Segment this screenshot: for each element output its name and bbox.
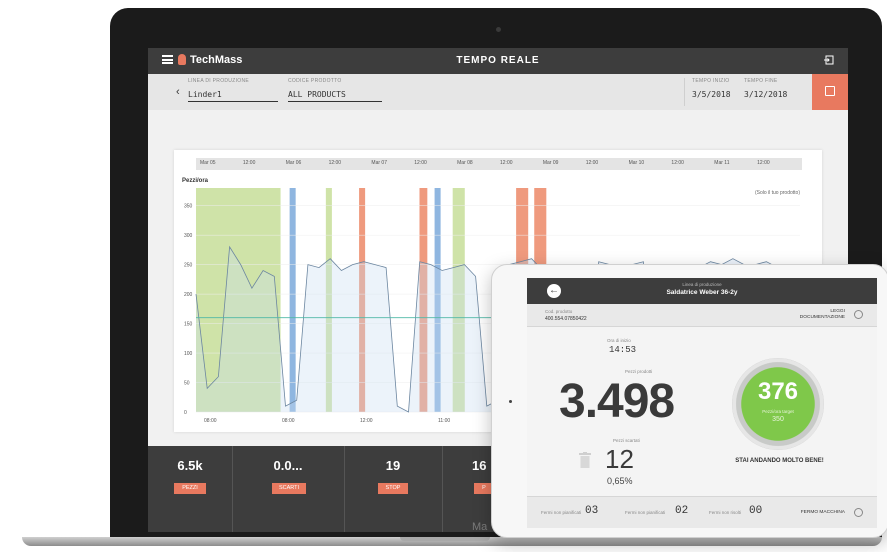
tablet-footer: Fermi non pianificati 03 Fermi non piani… bbox=[527, 496, 877, 528]
camera bbox=[496, 27, 501, 32]
stat-scarti-label[interactable]: SCARTI bbox=[272, 483, 306, 494]
y-tick-label: 250 bbox=[184, 263, 193, 269]
page-title: TEMPO REALE bbox=[456, 55, 540, 66]
end-time-value[interactable]: 3/12/2018 bbox=[744, 90, 790, 101]
x-tick-label: 08:00 bbox=[204, 418, 217, 424]
x-tick-label: 08:00 bbox=[282, 418, 295, 424]
stat-pezzi-label[interactable]: PEZZI bbox=[174, 483, 206, 494]
line-field[interactable]: LINEA DI PRODUZIONE Linder1 bbox=[188, 78, 278, 102]
y-tick-label: 100 bbox=[184, 351, 193, 357]
produced-count: 3.498 bbox=[559, 375, 675, 428]
stat-stop: 19 STOP bbox=[344, 446, 443, 532]
y-tick-label: 150 bbox=[184, 322, 193, 328]
gauge-caption: Pezzi/ora target bbox=[762, 409, 794, 414]
start-time-label: TEMPO INIZIO bbox=[692, 78, 730, 84]
start-time-caption: Ora di inizio bbox=[607, 338, 631, 343]
docs-label-2: DOCUMENTAZIONE bbox=[799, 315, 845, 320]
stop-open-value: 00 bbox=[749, 505, 763, 517]
scrap-count: 12 bbox=[605, 444, 634, 474]
gauge-target: 350 bbox=[772, 416, 784, 423]
machine-stop-button[interactable]: FERMO MACCHINA bbox=[801, 510, 845, 515]
docs-link[interactable]: LEGGI DOCUMENTAZIONE bbox=[800, 309, 845, 321]
y-tick-label: 350 bbox=[184, 204, 193, 210]
product-field-label: CODICE PRODOTTO bbox=[288, 78, 342, 84]
line-field-label: LINEA DI PRODUZIONE bbox=[188, 78, 249, 84]
scrap-caption: Pezzi scartati bbox=[613, 438, 640, 443]
status-band bbox=[289, 188, 296, 412]
tablet-screen: ← Linea di produzione Saldatrice Weber 3… bbox=[527, 278, 877, 528]
line-field-value[interactable]: Linder1 bbox=[188, 90, 278, 102]
end-time-field[interactable]: TEMPO FINE 3/12/2018 bbox=[744, 78, 790, 101]
product-code-value: 400.554.07850422 bbox=[545, 316, 587, 322]
stop-open-label: Fermi non risolti bbox=[709, 510, 742, 515]
back-chevron-icon[interactable]: ‹ bbox=[176, 86, 180, 98]
tablet-line-label: Linea di produzione bbox=[682, 282, 722, 287]
start-time-field[interactable]: TEMPO INIZIO 3/5/2018 bbox=[692, 78, 738, 101]
stop-unplanned-value: 02 bbox=[675, 505, 689, 517]
start-time-value[interactable]: 3/5/2018 bbox=[692, 90, 738, 101]
y-tick-label: 50 bbox=[184, 381, 190, 387]
stat-stop-label[interactable]: STOP bbox=[378, 483, 408, 494]
y-tick-label: 200 bbox=[184, 292, 193, 298]
scrap-percent: 0,65% bbox=[607, 476, 633, 486]
stat-scarti-value: 0.0... bbox=[273, 458, 303, 473]
y-tick-label: 0 bbox=[184, 410, 187, 416]
x-tick-label: 11:00 bbox=[438, 418, 450, 424]
stat-scarti: 0.0... SCARTI bbox=[232, 446, 345, 532]
product-field[interactable]: CODICE PRODOTTO ALL PRODUCTS bbox=[288, 78, 382, 102]
stat-stop-value: 19 bbox=[385, 458, 401, 473]
tablet-line-name: Saldatrice Weber 36-2y bbox=[666, 289, 738, 296]
gauge-value: 376 bbox=[757, 378, 799, 405]
status-message: STAI ANDANDO MOLTO BENE! bbox=[735, 458, 824, 464]
machine-stop-icon[interactable] bbox=[854, 508, 863, 517]
tablet-camera bbox=[509, 400, 512, 403]
tablet-subheader: Cod. prodotto 400.554.07850422 LEGGI DOC… bbox=[527, 304, 877, 327]
stat-pezzi-value: 6.5k bbox=[177, 458, 203, 473]
stop-planned-value: 03 bbox=[585, 505, 599, 517]
tablet-header: ← Linea di produzione Saldatrice Weber 3… bbox=[527, 278, 877, 304]
logout-icon[interactable] bbox=[824, 55, 834, 65]
calendar-icon bbox=[825, 86, 835, 96]
stop-planned-label: Fermi non pianificati bbox=[541, 510, 582, 515]
product-code-label: Cod. prodotto bbox=[545, 309, 573, 314]
laptop-notch bbox=[400, 537, 490, 541]
y-tick-label: 300 bbox=[184, 233, 193, 239]
end-time-label: TEMPO FINE bbox=[744, 78, 778, 84]
product-field-value[interactable]: ALL PRODUCTS bbox=[288, 90, 382, 102]
stat-pezzi: 6.5k PEZZI bbox=[148, 446, 233, 532]
start-time-display: 14:53 bbox=[609, 345, 637, 355]
stop-unplanned-label: Fermi non pianificati bbox=[625, 510, 666, 515]
document-icon[interactable] bbox=[854, 310, 863, 319]
calendar-button[interactable] bbox=[812, 74, 848, 110]
x-tick-label: 12:00 bbox=[360, 418, 373, 424]
app-header: TechMass TEMPO REALE bbox=[148, 48, 848, 74]
laptop-brand: Ma bbox=[472, 521, 488, 533]
trash-icon bbox=[579, 452, 591, 468]
filter-bar: ‹ LINEA DI PRODUZIONE Linder1 CODICE PRO… bbox=[148, 74, 848, 110]
divider bbox=[684, 78, 685, 106]
